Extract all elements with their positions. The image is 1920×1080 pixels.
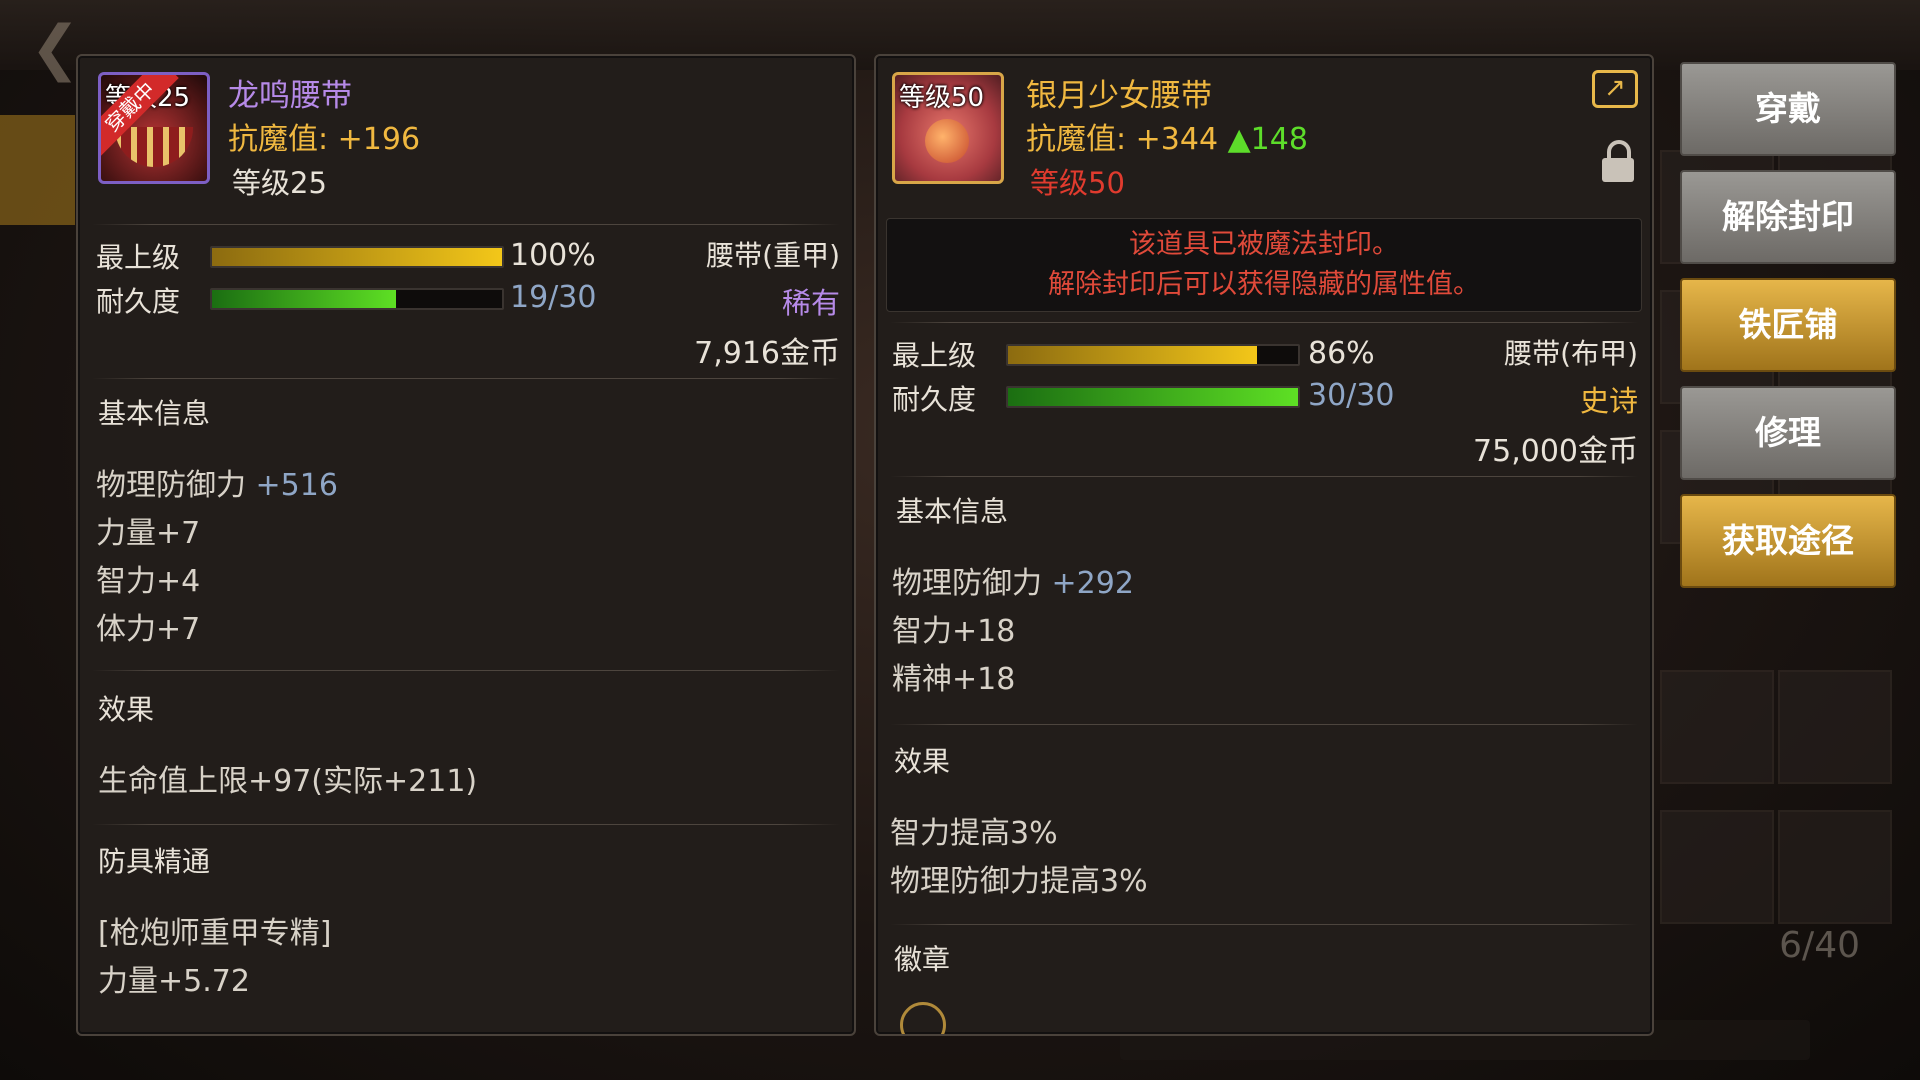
basic-stat: 智力+18 xyxy=(892,614,1016,649)
basic-stat: 力量+7 xyxy=(96,516,201,551)
item-name: 银月少女腰带 xyxy=(1026,78,1212,114)
belt-icon xyxy=(925,119,969,163)
magic-defense: 抗魔值: +196 xyxy=(228,122,421,157)
basic-info-title: 基本信息 xyxy=(98,397,211,430)
grade-bar xyxy=(1006,344,1300,366)
item-icon: 等级25 穿戴中 xyxy=(98,72,210,184)
durability-label: 耐久度 xyxy=(892,383,977,416)
divider xyxy=(92,824,840,825)
effect-line: 物理防御力提高3% xyxy=(890,864,1148,899)
divider xyxy=(890,724,1638,725)
compare-item-tooltip: 等级50 银月少女腰带 抗魔值: +344 ▲148 等级50 ↗ 该道具已被魔… xyxy=(874,54,1654,1036)
rarity-label: 史诗 xyxy=(1579,384,1638,418)
icon-level-label: 等级50 xyxy=(899,83,985,113)
basic-stat: 精神+18 xyxy=(892,662,1016,697)
item-type: 腰带(重甲) xyxy=(706,239,840,272)
blacksmith-button[interactable]: 铁匠铺 xyxy=(1680,278,1896,372)
rarity-label: 稀有 xyxy=(781,286,840,320)
repair-button[interactable]: 修理 xyxy=(1680,386,1896,480)
magic-defense: 抗魔值: +344 ▲148 xyxy=(1026,122,1308,157)
divider xyxy=(890,924,1638,925)
item-name: 龙鸣腰带 xyxy=(228,78,352,114)
grade-label: 最上级 xyxy=(892,339,977,372)
item-type: 腰带(布甲) xyxy=(1504,337,1638,370)
grade-label: 最上级 xyxy=(96,241,181,274)
basic-stat: 智力+4 xyxy=(96,564,201,599)
unseal-button[interactable]: 解除封印 xyxy=(1680,170,1896,264)
item-price: 75,000金币 xyxy=(1473,434,1638,469)
durability-label: 耐久度 xyxy=(96,285,181,318)
durability-bar xyxy=(210,288,504,310)
durability-value: 19/30 xyxy=(510,280,597,315)
item-price: 7,916金币 xyxy=(694,336,840,371)
divider xyxy=(92,224,840,225)
seal-warning-line: 解除封印后可以获得隐藏的属性值。 xyxy=(1048,269,1480,300)
grade-bar-fill xyxy=(212,248,502,266)
divider xyxy=(92,378,840,379)
equipped-item-tooltip: 等级25 穿戴中 龙鸣腰带 抗魔值: +196 等级25 最上级 100% 腰带… xyxy=(76,54,856,1036)
durability-value: 30/30 xyxy=(1308,378,1395,413)
basic-info-title: 基本信息 xyxy=(896,495,1009,528)
effect-title: 效果 xyxy=(894,745,951,778)
basic-stat: 体力+7 xyxy=(96,612,201,647)
increase-indicator: ▲148 xyxy=(1227,122,1308,157)
equip-button[interactable]: 穿戴 xyxy=(1680,62,1896,156)
emblem-title: 徽章 xyxy=(894,943,951,976)
grade-bar-fill xyxy=(1008,346,1258,364)
item-icon: 等级50 xyxy=(892,72,1004,184)
seal-warning-line: 该道具已被魔法封印。 xyxy=(1129,229,1399,260)
durability-bar-fill xyxy=(1008,388,1298,406)
divider xyxy=(92,670,840,671)
effect-title: 效果 xyxy=(98,693,155,726)
durability-bar-fill xyxy=(212,290,396,308)
emblem-slot-icon xyxy=(900,1002,946,1034)
effect-line: 智力提高3% xyxy=(890,816,1058,851)
effect-line: 生命值上限+97(实际+211) xyxy=(98,764,478,799)
grade-bar xyxy=(210,246,504,268)
background-side-tab xyxy=(0,115,75,225)
grade-value: 100% xyxy=(510,238,596,273)
mastery-title: 防具精通 xyxy=(98,845,211,878)
item-level: 等级25 xyxy=(232,166,327,200)
inventory-count: 6/40 xyxy=(1779,925,1860,966)
grade-value: 86% xyxy=(1308,336,1375,371)
divider xyxy=(890,476,1638,477)
share-icon[interactable]: ↗ xyxy=(1592,70,1638,108)
belt-icon xyxy=(115,127,193,167)
basic-stat: 物理防御力 +292 xyxy=(892,566,1134,601)
mastery-line: 力量+5.72 xyxy=(98,964,250,999)
durability-bar xyxy=(1006,386,1300,408)
item-level: 等级50 xyxy=(1030,166,1125,200)
lock-icon[interactable] xyxy=(1602,140,1634,182)
divider xyxy=(890,322,1638,323)
obtain-button[interactable]: 获取途径 xyxy=(1680,494,1896,588)
basic-stat: 物理防御力 +516 xyxy=(96,468,338,503)
seal-warning: 该道具已被魔法封印。 解除封印后可以获得隐藏的属性值。 xyxy=(886,218,1642,312)
mastery-line: [枪炮师重甲专精] xyxy=(98,916,332,951)
